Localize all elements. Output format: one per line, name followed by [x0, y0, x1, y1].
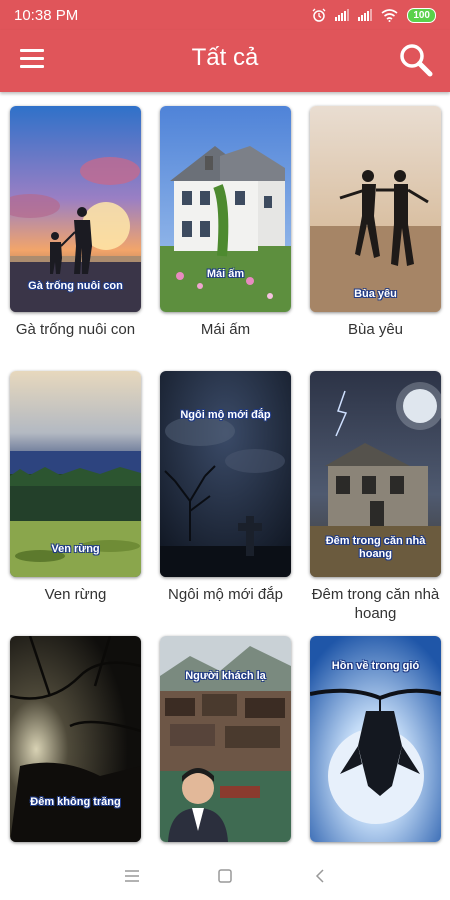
story-title: Mái ấm: [200, 321, 251, 338]
home-icon[interactable]: [213, 864, 237, 888]
status-bar: 10:38 PM 100: [0, 0, 450, 30]
status-icons: 100: [312, 7, 436, 23]
recents-menu-icon[interactable]: [120, 864, 144, 888]
story-card[interactable]: Hồn về trong gió: [310, 636, 441, 850]
thumbnail-title: Ngôi mộ mới đắp: [180, 409, 271, 421]
back-icon[interactable]: [308, 864, 332, 888]
system-nav-bar: [0, 852, 450, 900]
thumbnail-title: Đêm trong căn nhà hoang: [325, 535, 426, 560]
status-time: 10:38 PM: [14, 6, 79, 24]
story-card[interactable]: Ngôi mộ mới đắp Ngôi mộ mới đắp: [160, 371, 291, 604]
battery-badge: 100: [407, 7, 436, 23]
thumbnail-title: Mái ấm: [206, 268, 245, 280]
story-card[interactable]: Mái ấm Mái ấm: [160, 106, 291, 339]
thumbnail-title: Gà trống nuôi con: [28, 280, 123, 292]
thumbnail-title: Hồn về trong gió: [331, 660, 420, 672]
story-thumbnail: Hồn về trong gió: [310, 636, 441, 842]
thumbnail-title: Đêm không trăng: [30, 796, 121, 808]
story-thumbnail: Đêm trong căn nhà hoang: [310, 371, 441, 577]
story-card[interactable]: Đêm trong căn nhà hoang Đêm trong căn nh…: [310, 371, 441, 623]
story-thumbnail: Mái ấm: [160, 106, 291, 312]
story-title: Bùa yêu: [347, 321, 404, 338]
signal-icon-2: [358, 9, 373, 21]
story-card[interactable]: Người khách lạ: [160, 636, 291, 850]
thumbnail-title: Người khách lạ: [185, 670, 266, 682]
story-card[interactable]: Đêm không trăng: [10, 636, 141, 850]
story-thumbnail: Gà trống nuôi con: [10, 106, 141, 312]
story-thumbnail: Đêm không trăng: [10, 636, 141, 842]
app-bar: Tất cả: [0, 30, 450, 92]
story-card[interactable]: Bùa yêu Bùa yêu: [310, 106, 441, 339]
story-thumbnail: Ven rừng: [10, 371, 141, 577]
page-title: Tất cả: [191, 44, 259, 71]
story-card[interactable]: Gà trống nuôi con Gà trống nuôi con: [10, 106, 141, 339]
story-thumbnail: Người khách lạ: [160, 636, 291, 842]
thumbnail-title: Ven rừng: [51, 543, 100, 555]
wifi-icon: [381, 8, 398, 22]
thumbnail-title: Bùa yêu: [354, 288, 397, 300]
signal-icon: [335, 9, 350, 21]
search-icon[interactable]: [398, 42, 434, 78]
story-thumbnail: Bùa yêu: [310, 106, 441, 312]
story-title: Ngôi mộ mới đắp: [168, 586, 283, 603]
alarm-icon: [312, 8, 326, 22]
story-thumbnail: Ngôi mộ mới đắp: [160, 371, 291, 577]
story-card[interactable]: Ven rừng Ven rừng: [10, 371, 141, 604]
story-title: Đêm trong căn nhà hoang: [311, 586, 440, 622]
story-title: Gà trống nuôi con: [15, 321, 136, 338]
story-title: Ven rừng: [44, 586, 107, 603]
